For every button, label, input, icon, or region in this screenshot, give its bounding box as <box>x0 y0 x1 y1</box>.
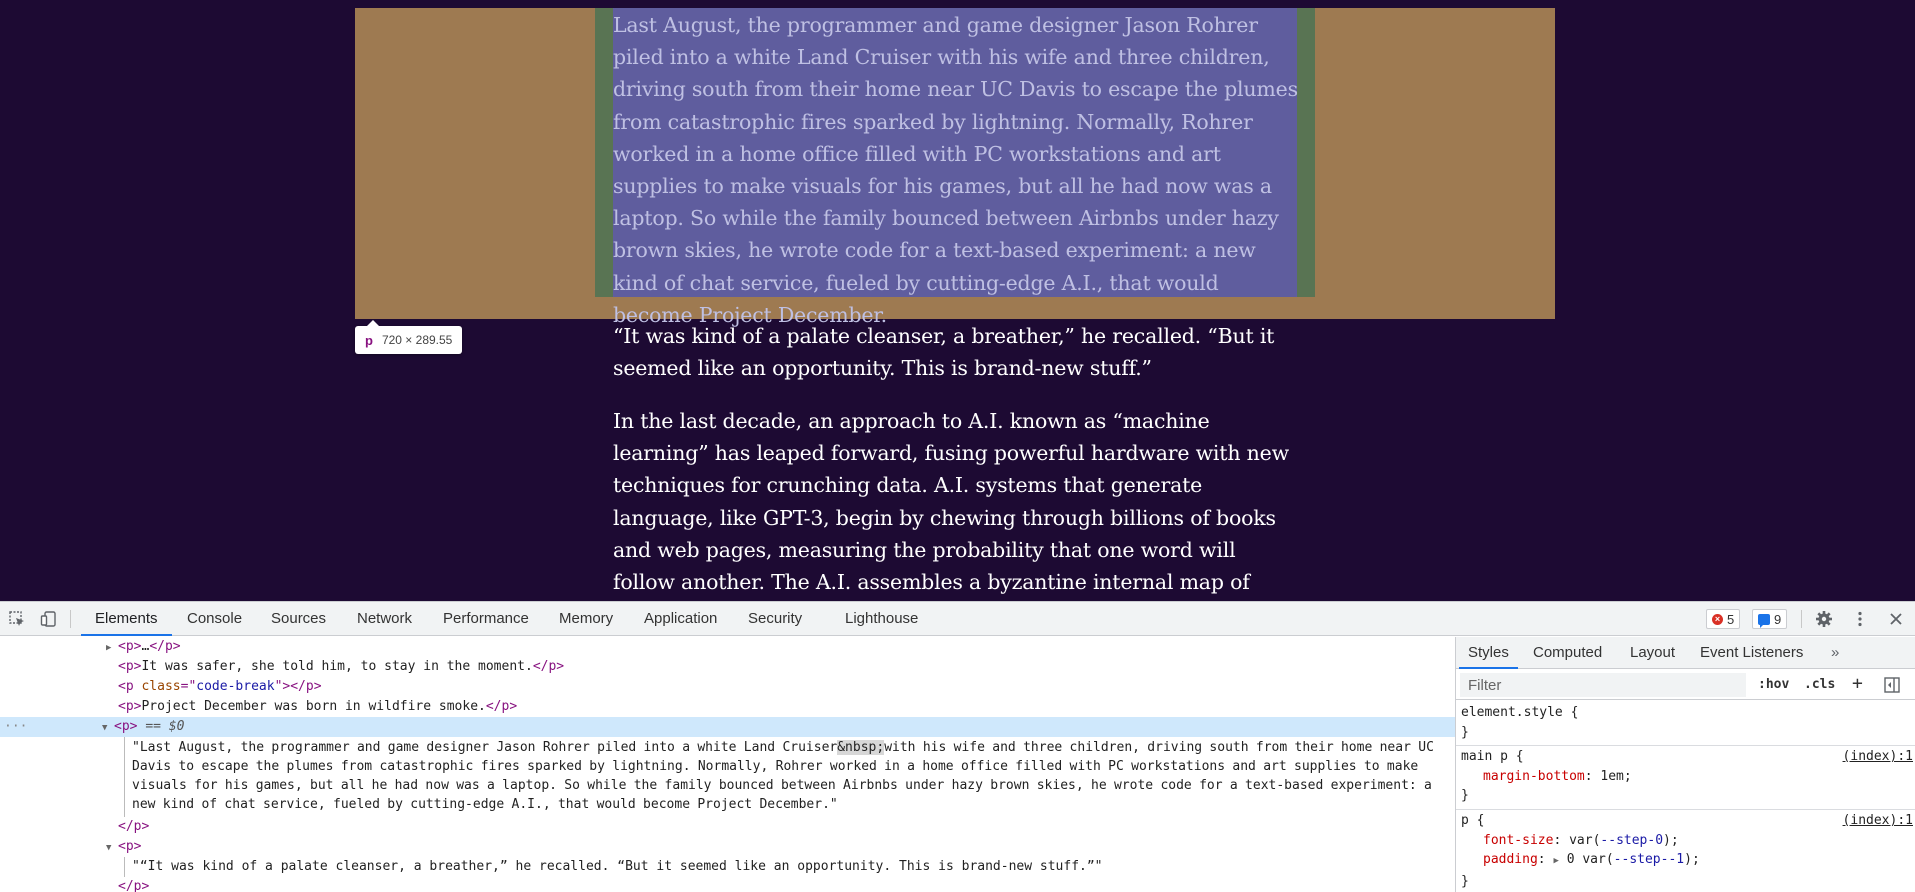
class-toggle[interactable]: .cls <box>1804 677 1835 692</box>
toolbar-divider <box>1801 610 1802 628</box>
styles-pane: Styles Computed Layout Event Listeners »… <box>1455 637 1915 892</box>
tab-event-listeners[interactable]: Event Listeners <box>1700 637 1803 669</box>
inspect-size-tooltip: p 720 × 289.55 <box>355 320 463 354</box>
styles-tabbar: Styles Computed Layout Event Listeners » <box>1456 637 1915 669</box>
tree-guide-line <box>124 737 125 817</box>
rule-source-link[interactable]: (index):1 <box>1843 747 1913 767</box>
message-count-badge[interactable]: 9 <box>1752 609 1788 629</box>
tab-network[interactable]: Network <box>357 602 412 636</box>
devtools-toolbar: Elements Console Sources Network Perform… <box>0 602 1915 636</box>
tab-application[interactable]: Application <box>644 602 717 636</box>
css-declaration[interactable]: padding: ▶ 0 var(--step--1); <box>1461 850 1915 872</box>
tooltip-size: 720 × 289.55 <box>381 333 453 347</box>
devtools-panel: Elements Console Sources Network Perform… <box>0 601 1915 892</box>
inspect-element-icon[interactable] <box>8 610 26 628</box>
tab-console[interactable]: Console <box>187 602 242 636</box>
rule-selector: p {(index):1 <box>1461 811 1915 831</box>
toggle-sidebar-icon[interactable] <box>1883 676 1901 694</box>
tab-security[interactable]: Security <box>748 602 802 636</box>
style-rule-element[interactable]: element.style { } <box>1456 703 1915 746</box>
dom-text-node[interactable]: "Last August, the programmer and game de… <box>132 738 1442 814</box>
hover-state-toggle[interactable]: :hov <box>1758 677 1789 692</box>
dom-node[interactable]: <p>It was safer, she told him, to stay i… <box>0 657 1455 677</box>
new-rule-plus-icon[interactable]: + <box>1852 673 1863 694</box>
tab-sources[interactable]: Sources <box>271 602 326 636</box>
styles-filter-bar: :hov .cls + <box>1456 670 1915 700</box>
message-icon <box>1758 613 1770 628</box>
close-devtools-icon[interactable] <box>1887 610 1905 628</box>
dom-node[interactable]: <p>Project December was born in wildfire… <box>0 697 1455 717</box>
css-declaration[interactable]: margin-bottom: 1em; <box>1461 767 1915 787</box>
page-viewport: Last August, the programmer and game des… <box>0 0 1915 601</box>
rule-selector: main p {(index):1 <box>1461 747 1915 767</box>
rule-source-link[interactable]: (index):1 <box>1843 811 1913 831</box>
more-tabs-chevron-icon[interactable]: » <box>1831 637 1839 669</box>
style-rule-p[interactable]: p {(index):1 font-size: var(--step-0); p… <box>1456 811 1915 892</box>
error-count-badge[interactable]: × 5 <box>1706 609 1741 629</box>
dom-node[interactable]: <p class="code-break"></p> <box>0 677 1455 697</box>
tab-computed[interactable]: Computed <box>1533 637 1602 669</box>
article-paragraph: “It was kind of a palate cleanser, a bre… <box>613 324 1275 381</box>
tab-memory[interactable]: Memory <box>559 602 613 636</box>
dom-text-node[interactable]: "“It was kind of a palate cleanser, a br… <box>0 857 1455 877</box>
article-paragraph: In the last decade, an approach to A.I. … <box>613 409 1289 595</box>
dom-node[interactable]: ▼ <p> <box>0 837 1455 857</box>
tab-elements[interactable]: Elements <box>81 602 171 636</box>
article-paragraph-inspected: Last August, the programmer and game des… <box>613 13 1298 327</box>
dom-node-collapsed[interactable]: ▶ <p>…</p> <box>0 637 1455 657</box>
tab-performance[interactable]: Performance <box>443 602 529 636</box>
collapse-triangle-icon[interactable]: ▼ <box>102 718 114 738</box>
dom-node-selected[interactable]: ··· ▼ <p> == $0 <box>0 717 1455 737</box>
collapse-triangle-icon[interactable]: ▼ <box>106 838 118 858</box>
toolbar-divider <box>70 610 71 628</box>
tab-layout[interactable]: Layout <box>1630 637 1675 669</box>
styles-filter-input[interactable] <box>1460 673 1746 697</box>
style-rule-main-p[interactable]: main p {(index):1 margin-bottom: 1em; } <box>1456 747 1915 810</box>
message-count: 9 <box>1774 611 1782 627</box>
device-toolbar-icon[interactable] <box>40 610 58 628</box>
error-count: 5 <box>1727 611 1735 627</box>
dom-closing-tag[interactable]: </p> <box>0 817 1455 837</box>
tab-styles[interactable]: Styles <box>1459 637 1518 669</box>
expand-shorthand-triangle-icon[interactable]: ▶ <box>1553 856 1558 866</box>
more-options-icon[interactable] <box>1851 610 1869 628</box>
css-declaration[interactable]: font-size: var(--step-0); <box>1461 831 1915 851</box>
expand-triangle-icon[interactable]: ▶ <box>106 638 118 658</box>
rule-selector: element.style { <box>1461 705 1579 720</box>
settings-gear-icon[interactable] <box>1815 610 1833 628</box>
tab-lighthouse[interactable]: Lighthouse <box>845 602 918 636</box>
error-icon: × <box>1712 613 1723 625</box>
tooltip-tag: p <box>365 332 373 348</box>
dom-closing-tag[interactable]: </p> <box>0 877 1455 892</box>
dom-tree: ▶ <p>…</p> <p>It was safer, she told him,… <box>0 637 1455 892</box>
